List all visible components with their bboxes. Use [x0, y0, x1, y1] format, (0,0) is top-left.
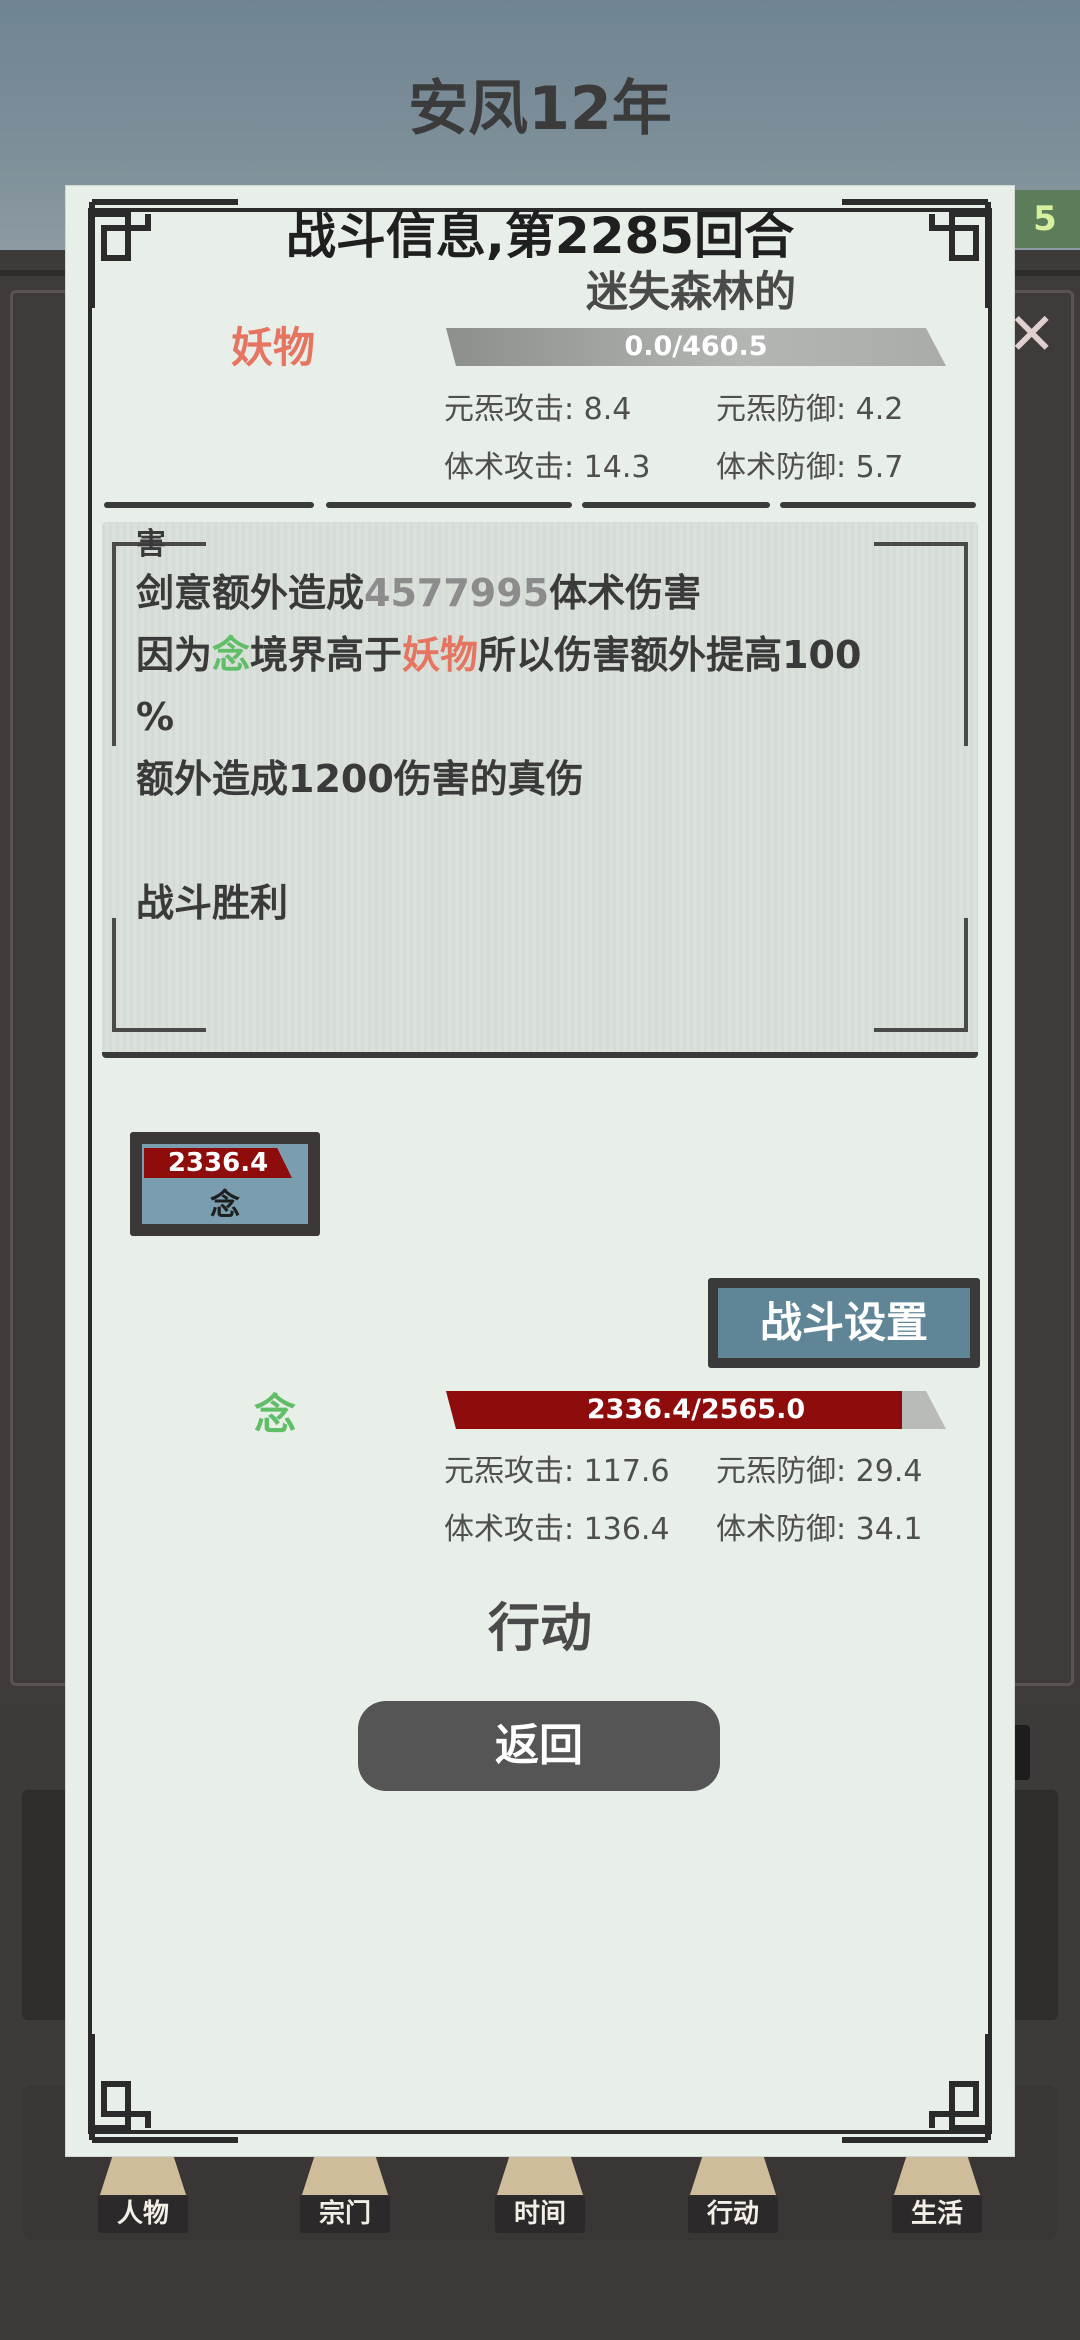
unit-card-name: 念: [210, 1188, 240, 1223]
corner-ornament-icon: [832, 2029, 992, 2144]
log-text: 因为: [136, 633, 213, 677]
log-player-name: 念: [212, 633, 251, 677]
player-name: 念: [254, 1390, 297, 1439]
enemy-stat: 体术攻击: 14.3: [444, 450, 651, 485]
nav-item-sect[interactable]: 宗门: [280, 2145, 410, 2235]
log-line-partial: 害: [136, 528, 166, 562]
log-line: 战斗胜利: [136, 881, 289, 925]
back-button[interactable]: 返回: [358, 1701, 720, 1791]
battle-log-text: 害 剑意额外造成4577995体术伤害 因为念境界高于妖物所以伤害额外提高100…: [136, 528, 936, 934]
player-stats: 元炁攻击: 117.6 元炁防御: 29.4 体术攻击: 136.4 体术防御:…: [444, 1446, 1004, 1548]
enemy-stat: 元炁防御: 4.2: [716, 392, 904, 427]
player-stat: 元炁防御: 29.4: [716, 1454, 923, 1489]
battle-location: 迷失森林的: [586, 267, 797, 316]
battle-log[interactable]: 害 剑意额外造成4577995体术伤害 因为念境界高于妖物所以伤害额外提高100…: [102, 522, 978, 1058]
nav-item-life[interactable]: 生活: [872, 2145, 1002, 2235]
nav-item-time[interactable]: 时间: [475, 2145, 605, 2235]
log-text: 境界高于: [250, 633, 403, 677]
battle-settings-label: 战斗设置: [718, 1288, 970, 1358]
log-text: 所以伤害额外提高100: [478, 633, 862, 677]
background-side-block-right: [1008, 1790, 1058, 2020]
nav-label: 时间: [495, 2195, 585, 2233]
log-line: 因为念境界高于妖物所以伤害额外提高100: [136, 624, 936, 686]
action-label: 行动: [487, 1599, 592, 1659]
background-side-block-left: [22, 1790, 72, 2020]
player-unit-card[interactable]: 2336.4 念: [130, 1132, 320, 1236]
log-corner: [874, 918, 968, 1032]
player-hp-bar: 2336.4/2565.0: [446, 1391, 946, 1429]
divider-segment: [326, 502, 572, 508]
nav-label: 人物: [98, 2195, 188, 2233]
year-title: 安凤12年: [408, 74, 672, 144]
corner-ornament-icon: [88, 2029, 248, 2144]
log-line: 剑意额外造成4577995体术伤害: [136, 562, 936, 624]
enemy-stats: 元炁攻击: 8.4 元炁防御: 4.2 体术攻击: 14.3 体术防御: 5.7: [444, 384, 1004, 486]
nav-item-action[interactable]: 行动: [668, 2145, 798, 2235]
enemy-stat: 元炁攻击: 8.4: [444, 392, 632, 427]
nav-label: 生活: [892, 2195, 982, 2233]
log-line: 额外造成1200伤害的真伤: [136, 757, 584, 801]
player-stat: 体术攻击: 136.4: [444, 1512, 670, 1547]
resource-pill: 5: [1010, 190, 1080, 248]
divider-segment: [104, 502, 314, 508]
log-corner: [112, 918, 206, 1032]
enemy-hp-bar: 0.0/460.5: [446, 328, 946, 366]
battle-settings-button[interactable]: 战斗设置: [708, 1278, 980, 1368]
enemy-hp-text: 0.0/460.5: [624, 331, 768, 362]
nav-label: 宗门: [300, 2195, 390, 2233]
log-text: 剑意额外造成: [136, 571, 365, 615]
log-text: 体术伤害: [549, 571, 702, 615]
dialog-title: 战斗信息,第2285回合: [285, 207, 795, 265]
enemy-name: 妖物: [231, 323, 316, 372]
log-enemy-name: 妖物: [402, 633, 479, 677]
divider-segment: [582, 502, 770, 508]
unit-card-hp: 2336.4: [144, 1148, 292, 1178]
unit-card-face: 2336.4 念: [142, 1144, 308, 1224]
background-close-icon: ✕: [1007, 300, 1056, 368]
player-stat: 元炁攻击: 117.6: [444, 1454, 670, 1489]
log-damage-value: 4577995: [364, 571, 550, 615]
divider-segment: [780, 502, 976, 508]
enemy-stat: 体术防御: 5.7: [716, 450, 904, 485]
nav-label: 行动: [688, 2195, 778, 2233]
player-stat: 体术防御: 34.1: [716, 1512, 923, 1547]
battle-info-dialog: 战斗信息,第2285回合 迷失森林的 妖物 0.0/460.5 元炁攻击: 8.…: [66, 186, 1014, 2156]
section-divider: [104, 502, 976, 510]
nav-item-character[interactable]: 人物: [78, 2145, 208, 2235]
log-line: %: [136, 695, 175, 739]
player-hp-text: 2336.4/2565.0: [586, 1394, 806, 1425]
